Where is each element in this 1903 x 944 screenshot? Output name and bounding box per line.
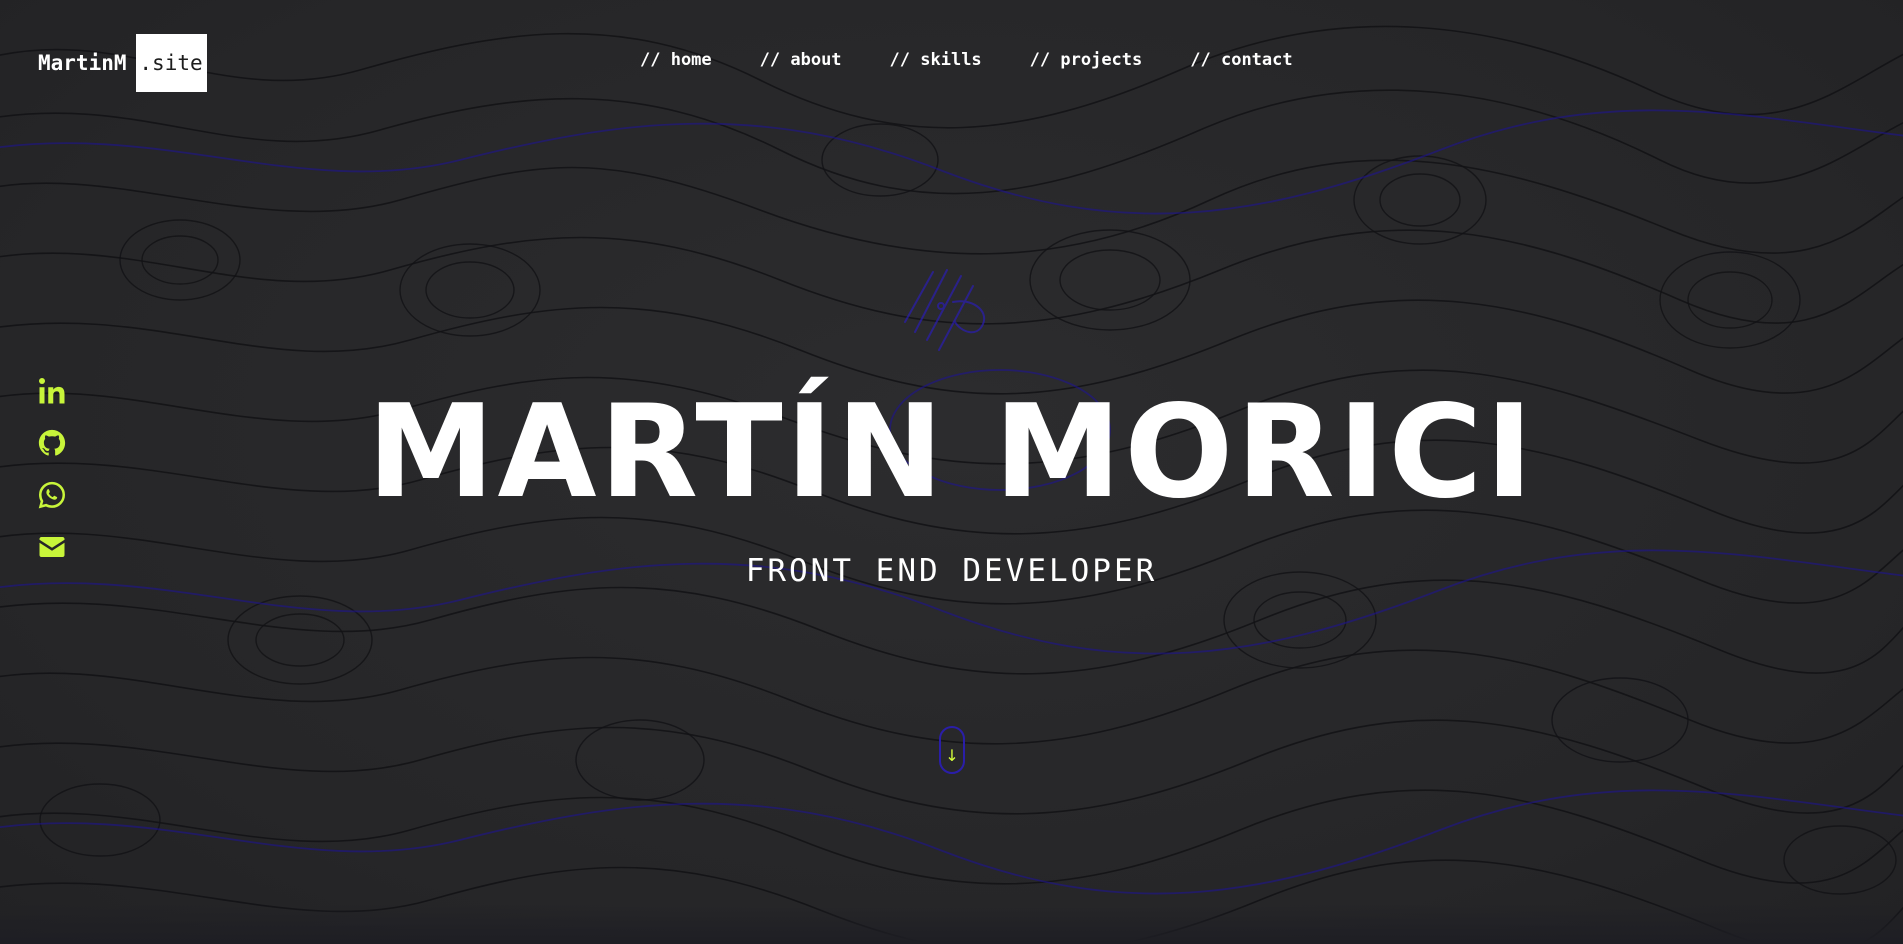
bottom-fade — [0, 904, 1903, 944]
nav-contact-link[interactable]: // contact — [1190, 50, 1292, 70]
logo-suffix-box: .site — [135, 34, 207, 92]
site-logo[interactable]: MartinM .site — [38, 34, 207, 92]
nav-about-link[interactable]: // about — [760, 50, 842, 70]
sketch-doodle — [904, 269, 986, 351]
nav-home-link[interactable]: // home — [640, 50, 712, 70]
hero-role: FRONT END DEVELOPER — [745, 553, 1158, 589]
scroll-down-button[interactable]: ↓ — [939, 726, 965, 774]
nav-projects-link[interactable]: // projects — [1030, 50, 1143, 70]
nav-skills-link[interactable]: // skills — [890, 50, 982, 70]
page: MartinM .site // home // about // skills… — [0, 0, 1903, 944]
main-nav: // home // about // skills // projects /… — [640, 50, 1293, 70]
arrow-down-icon: ↓ — [945, 746, 959, 765]
hero-name: MARTÍN MORICI — [367, 378, 1536, 527]
logo-name: MartinM — [38, 51, 127, 75]
